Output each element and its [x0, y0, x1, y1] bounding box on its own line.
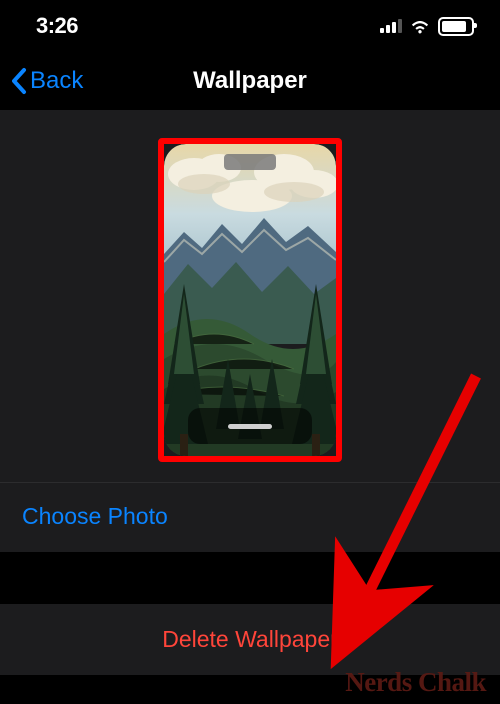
- annotation-highlight-box: [158, 138, 342, 462]
- cellular-signal-icon: [380, 19, 402, 33]
- wifi-icon: [409, 18, 431, 34]
- section-spacer: [0, 552, 500, 604]
- back-label: Back: [30, 67, 83, 95]
- delete-wallpaper-button[interactable]: Delete Wallpaper: [0, 604, 500, 675]
- status-time: 3:26: [36, 13, 78, 39]
- status-indicators: [380, 17, 474, 36]
- battery-icon: [438, 17, 474, 36]
- navigation-bar: Back Wallpaper: [0, 52, 500, 110]
- wallpaper-section: Choose Photo: [0, 110, 500, 552]
- chevron-left-icon: [10, 67, 28, 95]
- wallpaper-preview[interactable]: [164, 144, 336, 456]
- choose-photo-button[interactable]: Choose Photo: [0, 483, 500, 552]
- status-bar: 3:26: [0, 0, 500, 52]
- wallpaper-preview-container: [0, 110, 500, 483]
- back-button[interactable]: Back: [0, 67, 83, 95]
